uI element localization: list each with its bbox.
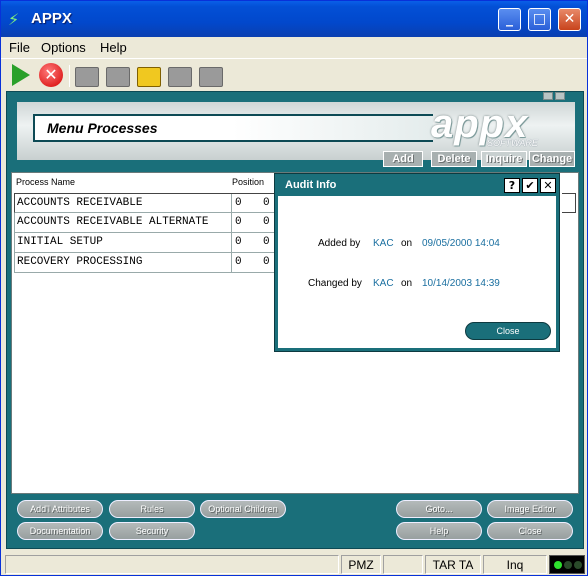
position-value: 0 (235, 197, 242, 209)
process-name: ACCOUNTS RECEIVABLE (17, 197, 143, 209)
ok-check-icon[interactable]: ✔ (522, 178, 538, 193)
title-bar: ⚡ APPX _ □ ✕ (1, 1, 587, 37)
column-divider (231, 253, 232, 272)
folder-tools-icon[interactable] (168, 67, 192, 87)
goto-button[interactable]: Goto... (396, 500, 482, 518)
selected-row-edge (562, 193, 576, 213)
help-icon[interactable]: ? (504, 178, 520, 193)
appx-logo-sub: SOFTWARE (487, 138, 538, 148)
folder-yellow-icon[interactable] (137, 67, 161, 87)
process-name: RECOVERY PROCESSING (17, 256, 143, 268)
position-value: 0 (235, 236, 242, 248)
audit-info-dialog: Audit Info ? ✔ ✕ Added by KAC on 09/05/2… (274, 173, 560, 352)
changed-by-label: Changed by (308, 278, 362, 289)
status-blank (383, 555, 423, 574)
status-message (5, 555, 339, 574)
header-title-box: Menu Processes (33, 114, 233, 142)
minimize-button[interactable]: _ (498, 8, 521, 31)
appx-logo-icon: ⚡ (8, 10, 20, 29)
menu-help[interactable]: Help (100, 40, 127, 55)
position-value: 0 (263, 197, 270, 209)
add-button[interactable]: Add (383, 151, 423, 167)
folder-tv-icon[interactable] (199, 67, 223, 87)
position-value: 0 (263, 236, 270, 248)
window-title: APPX (31, 10, 72, 27)
changed-by-user: KAC (373, 278, 394, 289)
table-row[interactable]: ACCOUNTS RECEIVABLE ALTERNATE 0 0 (14, 213, 280, 233)
mini-restore-icon[interactable] (543, 92, 553, 100)
added-date: 09/05/2000 14:04 (422, 238, 500, 249)
column-header-position[interactable]: Position (232, 177, 264, 187)
addl-attributes-button[interactable]: Add'l Attributes (17, 500, 103, 518)
changed-on-label: on (401, 278, 413, 289)
status-tarta: TAR TA (425, 555, 481, 574)
position-value: 0 (235, 216, 242, 228)
menu-bar: File Options Help (1, 37, 587, 57)
page-title: Menu Processes (47, 120, 158, 136)
column-divider (231, 194, 232, 213)
close-window-button[interactable]: ✕ (558, 8, 581, 31)
position-value: 0 (263, 256, 270, 268)
column-divider (231, 233, 232, 252)
changed-date: 10/14/2003 14:39 (422, 278, 500, 289)
menu-options[interactable]: Options (41, 40, 86, 55)
column-header-process-name[interactable]: Process Name (16, 177, 75, 187)
menu-file[interactable]: File (9, 40, 30, 55)
close-button[interactable]: Close (487, 522, 573, 540)
position-value: 0 (263, 216, 270, 228)
header-swoosh (233, 114, 433, 142)
status-mode: Inq (483, 555, 547, 574)
table-row[interactable]: ACCOUNTS RECEIVABLE 0 0 (14, 193, 280, 213)
dialog-title: Audit Info (285, 179, 337, 191)
inquire-button[interactable]: Inquire (481, 151, 527, 167)
added-on-label: on (401, 238, 413, 249)
optional-children-button[interactable]: Optional Children (200, 500, 286, 518)
table-row[interactable]: INITIAL SETUP 0 0 (14, 233, 280, 253)
added-by-user: KAC (373, 238, 394, 249)
led-off-icon (574, 561, 582, 569)
led-green-icon (554, 561, 562, 569)
status-bar: PMZ TAR TA Inq (1, 553, 587, 575)
close-icon[interactable]: ✕ (540, 178, 556, 193)
rules-button[interactable]: Rules (109, 500, 195, 518)
documentation-button[interactable]: Documentation (17, 522, 103, 540)
toolbar-separator (69, 65, 70, 87)
folder-new-icon[interactable] (75, 67, 99, 87)
dialog-close-button[interactable]: Close (465, 322, 551, 340)
status-leds (549, 555, 585, 574)
process-name: INITIAL SETUP (17, 236, 103, 248)
maximize-button[interactable]: □ (528, 8, 551, 31)
led-off-icon (564, 561, 572, 569)
mini-close-icon[interactable] (555, 92, 565, 100)
run-button[interactable] (9, 63, 33, 87)
toolbar: ✕ (1, 58, 587, 90)
app-window: ⚡ APPX _ □ ✕ File Options Help ✕ Menu Pr… (0, 0, 588, 576)
table-row[interactable]: RECOVERY PROCESSING 0 0 (14, 253, 280, 273)
help-button[interactable]: Help (396, 522, 482, 540)
position-value: 0 (235, 256, 242, 268)
status-pmz: PMZ (341, 555, 381, 574)
image-editor-button[interactable]: Image Editor (487, 500, 573, 518)
change-button[interactable]: Change (529, 151, 575, 167)
run-icon (12, 64, 30, 86)
delete-button[interactable]: Delete (431, 151, 477, 167)
security-button[interactable]: Security (109, 522, 195, 540)
folder-open-icon[interactable] (106, 67, 130, 87)
stop-icon[interactable]: ✕ (39, 63, 63, 87)
column-divider (231, 213, 232, 232)
added-by-label: Added by (318, 238, 361, 249)
process-name: ACCOUNTS RECEIVABLE ALTERNATE (17, 216, 209, 228)
